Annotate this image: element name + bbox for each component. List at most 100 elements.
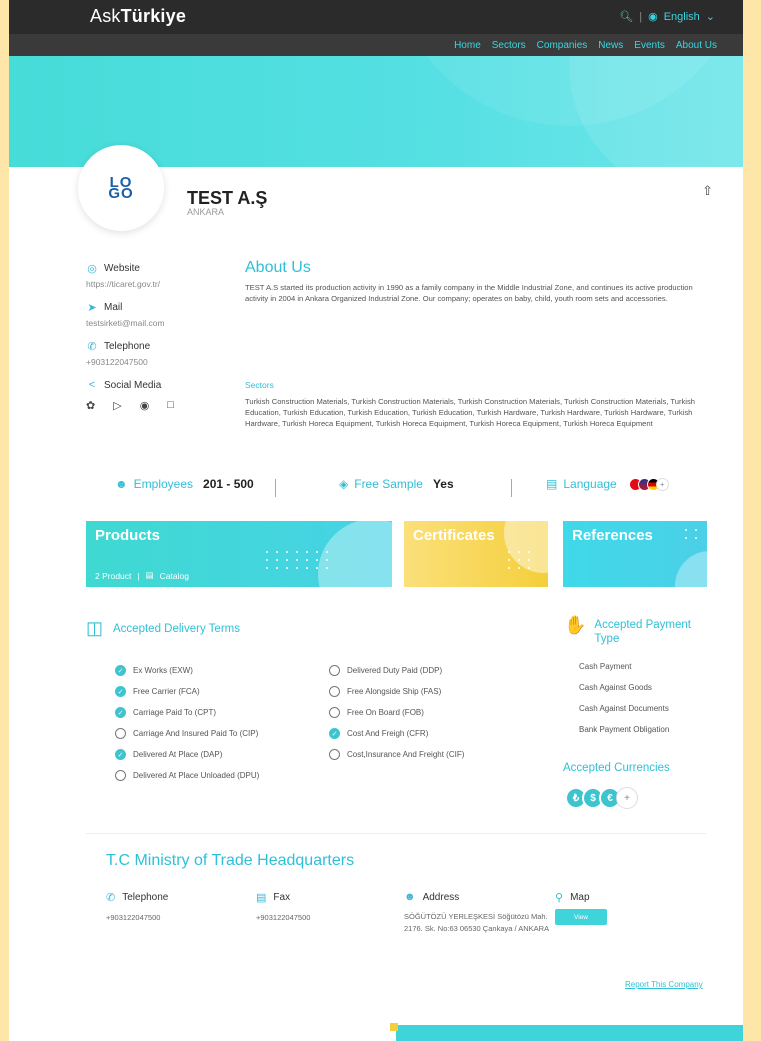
delivery-term-item: ✓ Carriage Paid To (CPT) [115,702,259,723]
nav-sectors[interactable]: Sectors [492,40,526,51]
youtube-icon[interactable]: ▷ [113,399,121,412]
delivery-term-label: Free Carrier (FCA) [133,687,200,696]
delivery-term-label: Free On Board (FOB) [347,708,424,717]
language-switcher[interactable]: 🔍︎ | ◉ English ⌄ [619,10,715,24]
report-company-link[interactable]: Report This Company [625,980,703,989]
delivery-term-item: ✓ Free Carrier (FCA) [115,681,259,702]
nav-bar: Home Sectors Companies News Events About… [9,34,743,56]
ministry-map: ⚲ Map View [555,891,607,925]
divider [511,479,512,497]
document-icon: ▤ [145,570,154,580]
user-pin-icon: ☻ [404,891,416,903]
box-icon: ◈ [339,477,349,491]
delivery-term-item: ✓ Cost And Freigh (CFR) [329,723,464,744]
facebook-icon[interactable]: □ [167,399,174,412]
ministry-fax-value: +903122047500 [256,913,311,922]
about-section: About Us TEST A.S started its production… [245,259,715,304]
dots-decoration [508,551,530,569]
map-pin-icon: ⚲ [555,892,564,904]
card-decoration [675,551,707,587]
top-bar: AskTürkiye 🔍︎ | ◉ English ⌄ [9,0,743,34]
delivery-term-label: Delivered At Place Unloaded (DPU) [133,771,260,780]
hand-coin-icon: ✋ [564,615,587,635]
company-city: ANKARA [187,207,225,217]
telephone-item: ✆ Telephone +903122047500 [86,340,236,367]
empty-circle-icon [115,770,126,781]
currencies-title: Accepted Currencies [563,762,670,774]
certificates-card[interactable]: Certificates [404,521,548,587]
page-frame: AskTürkiye 🔍︎ | ◉ English ⌄ Home Sectors… [9,0,743,1041]
contact-info: ◎ Website https://ticaret.gov.tr/ ➤ Mail t… [86,262,236,424]
references-card[interactable]: References [563,521,707,587]
delivery-term-label: Free Alongside Ship (FAS) [347,687,442,696]
employees-value: 201 - 500 [203,477,254,491]
delivery-term-item: ✓ Ex Works (EXW) [115,660,259,681]
website-link[interactable]: https://ticaret.gov.tr/ [86,279,236,289]
dots-decoration [266,551,328,569]
about-text: TEST A.S started its production activity… [245,283,693,303]
mail-link[interactable]: testsirketi@mail.com [86,318,236,328]
hero-decoration [569,56,743,167]
footer-bar [390,1023,743,1041]
check-circle-icon: ✓ [115,749,126,760]
language-flags[interactable]: + [628,477,669,491]
delivery-terms-title: Accepted Delivery Terms [113,622,240,635]
ministry-title: T.C Ministry of Trade Headquarters [106,852,355,869]
nav-events[interactable]: Events [634,40,665,51]
delivery-term-label: Delivered At Place (DAP) [133,750,223,759]
payment-item: Cash Against Goods [579,683,652,692]
sectors-section: Sectors Turkish Construction Materials, … [245,380,715,429]
nav-news[interactable]: News [598,40,623,51]
payment-item: Bank Payment Obligation [579,725,670,734]
empty-circle-icon [329,707,340,718]
ministry-address-value: SÖĞÜTÖZÜ YERLEŞKESİ Söğütözü Mah. 2176. … [404,912,550,933]
empty-circle-icon [329,686,340,697]
payment-item: Cash Against Documents [579,704,669,713]
instagram-icon[interactable]: ◉ [140,399,150,412]
search-icon[interactable]: 🔍︎ [619,10,633,23]
products-card[interactable]: Products 2 Product | ▤ Catalog [86,521,392,587]
nav-home[interactable]: Home [454,40,481,51]
social-item: < Social Media ✿ ▷ ◉ □ [86,379,236,412]
ministry-address-label: Address [422,891,460,903]
share-icon[interactable]: ⇧ [702,183,713,199]
delivery-term-label: Cost And Freigh (CFR) [347,729,429,738]
delivery-term-label: Carriage And Insured Paid To (CIP) [133,729,259,738]
telephone-label: Telephone [104,341,151,352]
twitter-icon[interactable]: ✿ [86,399,95,412]
ministry-telephone-label: Telephone [122,892,169,903]
plus-icon[interactable]: + [655,477,669,491]
delivery-terms-heading: ◫ Accepted Delivery Terms [86,618,240,639]
delivery-term-label: Carriage Paid To (CPT) [133,708,216,717]
company-logo: LO GO [78,145,164,231]
view-map-button[interactable]: View [555,909,607,925]
card-decoration [318,521,392,587]
certificates-title: Certificates [413,527,495,544]
mail-label: Mail [104,302,123,313]
social-links: ✿ ▷ ◉ □ [86,399,236,412]
chat-icon: ▤ [546,477,558,491]
delivery-terms-col1: ✓ Ex Works (EXW) ✓ Free Carrier (FCA) ✓ Carri… [115,660,259,786]
fax-icon: ▤ [256,892,267,904]
empty-circle-icon [329,749,340,760]
ministry-fax: ▤ Fax +903122047500 [256,891,310,924]
ministry-telephone-value[interactable]: +903122047500 [106,912,168,924]
logo-mark: LO GO [108,175,133,201]
employees-stat: ☻ Employees 201 - 500 [115,477,254,491]
delivery-icon: ◫ [86,618,104,638]
nav-about-us[interactable]: About Us [676,40,717,51]
delivery-term-item: ✓ Delivered At Place (DAP) [115,744,259,765]
check-circle-icon: ✓ [115,686,126,697]
brand-logo[interactable]: AskTürkiye [90,6,186,27]
check-circle-icon: ✓ [329,728,340,739]
delivery-term-label: Ex Works (EXW) [133,666,193,675]
more-currencies-button[interactable]: + [616,787,638,809]
telephone-link[interactable]: +903122047500 [86,357,236,367]
products-count[interactable]: 2 Product [95,571,131,581]
catalog-link[interactable]: Catalog [160,571,189,581]
brand-prefix: Ask [90,6,121,26]
nav-companies[interactable]: Companies [537,40,588,51]
sectors-title: Sectors [245,380,274,390]
website-item: ◎ Website https://ticaret.gov.tr/ [86,262,236,289]
separator: | [137,570,140,581]
